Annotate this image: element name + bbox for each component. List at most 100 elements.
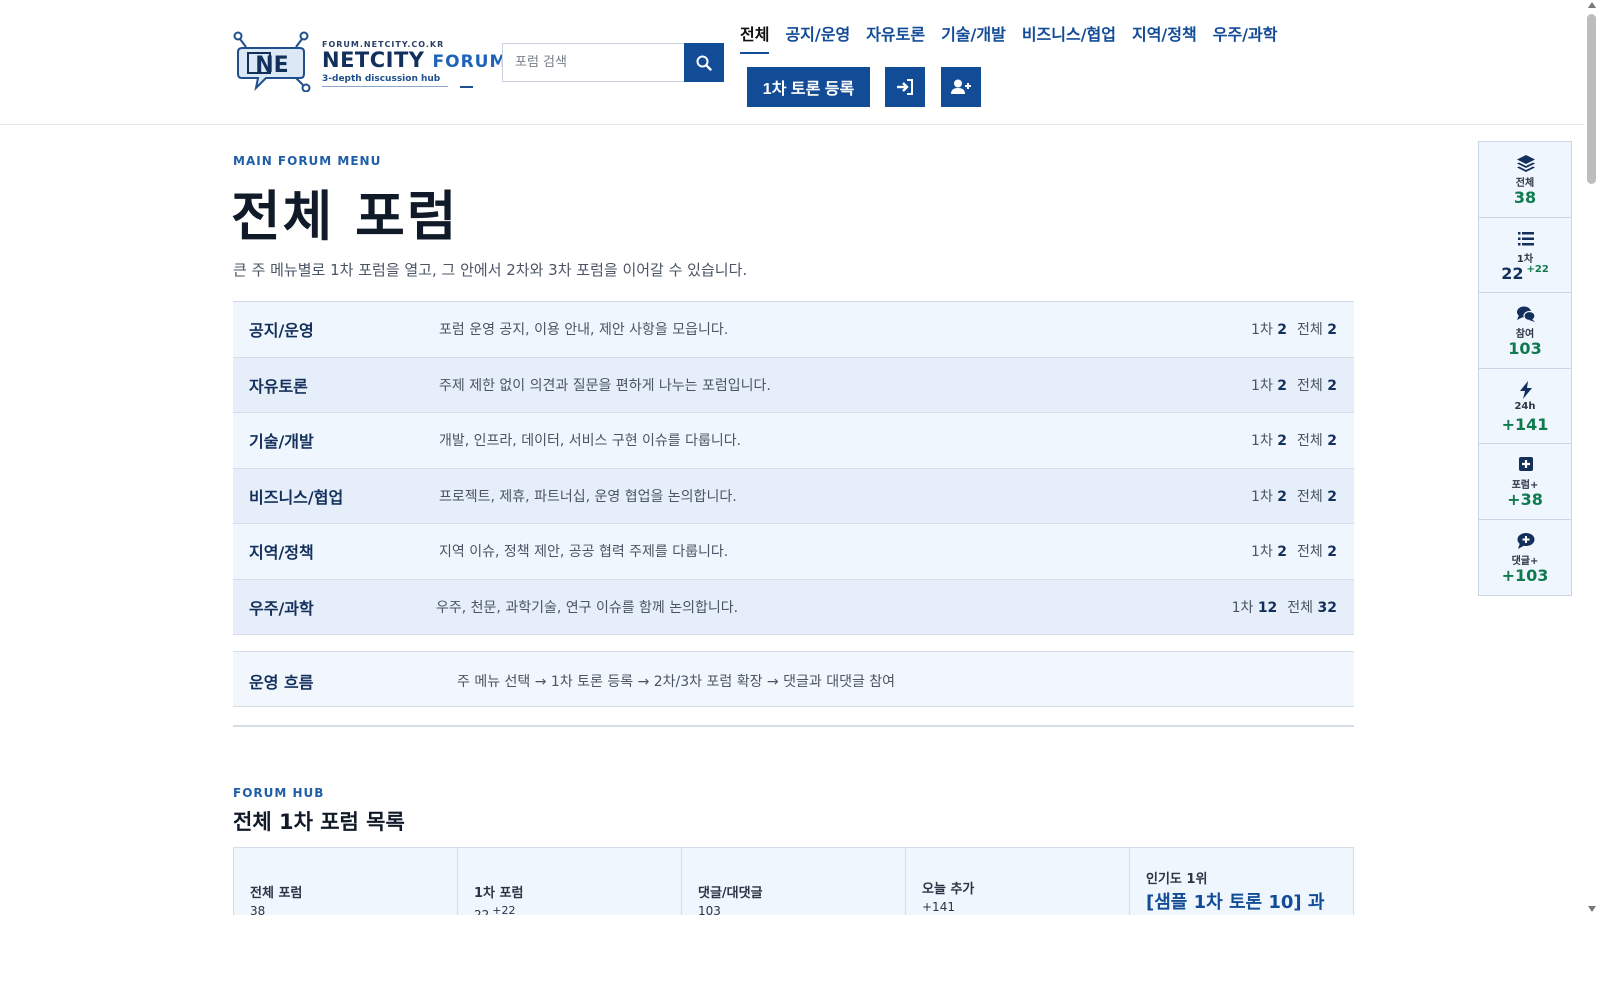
hub-card-label: 1차 포럼 xyxy=(474,886,524,901)
nav-item-all[interactable]: 전체 xyxy=(740,22,770,54)
nav-item-free-talk[interactable]: 자유토론 xyxy=(866,22,925,54)
rail-item-24h[interactable]: 24h +141 xyxy=(1479,369,1571,444)
logo-tagline: 3-depth discussion hub xyxy=(322,74,448,87)
rail-value: 38 xyxy=(1513,188,1537,207)
logo-brand: NETCITY FORUM xyxy=(322,48,507,72)
main-nav: 전체 공지/운영 자유토론 기술/개발 비즈니스/협업 지역/정책 우주/과학 xyxy=(740,22,1293,54)
category-name[interactable]: 자유토론 xyxy=(249,373,308,397)
rail-item-participation[interactable]: 참여 103 xyxy=(1479,293,1571,369)
category-desc: 개발, 인프라, 데이터, 서비스 구현 이슈를 다룹니다. xyxy=(439,433,742,450)
category-stats: 1차 2 전체 2 xyxy=(1251,433,1337,450)
rail-item-total[interactable]: 전체 38 xyxy=(1479,142,1571,218)
site-logo[interactable]: NE FORUM.NETCITY.CO.KR NETCITY FORUM 3-de… xyxy=(232,26,506,96)
category-row-notice[interactable]: 공지/운영 포럼 운영 공지, 이용 안내, 제안 사항을 모읍니다. 1차 2… xyxy=(233,302,1354,358)
category-name[interactable]: 비즈니스/협업 xyxy=(249,484,343,508)
top-popular-topic-link[interactable]: [샘플 1차 토론 10] 과 xyxy=(1146,888,1324,914)
rail-item-comment-plus[interactable]: 댓글+ +103 xyxy=(1479,520,1571,596)
rail-value: +141 xyxy=(1501,414,1549,434)
logo-dash xyxy=(460,86,473,88)
hub-card-first-forums: 1차 포럼 22 +22 xyxy=(458,848,682,915)
nav-item-region[interactable]: 지역/정책 xyxy=(1132,22,1197,54)
nav-item-notice[interactable]: 공지/운영 xyxy=(785,22,850,54)
category-desc: 주제 제한 없이 의견과 질문을 편하게 나누는 포럼입니다. xyxy=(439,377,771,394)
rail-value: 103 xyxy=(1508,339,1542,358)
rail-label: 포럼+ xyxy=(1511,480,1539,491)
login-button[interactable] xyxy=(885,67,925,107)
comments-icon xyxy=(1517,306,1536,322)
comment-plus-icon xyxy=(1517,532,1535,549)
category-stats: 1차 12 전체 32 xyxy=(1231,599,1337,616)
hub-card-top-popular[interactable]: 인기도 1위 [샘플 1차 토론 10] 과 xyxy=(1130,848,1353,915)
user-plus-icon xyxy=(951,79,971,94)
rail-label: 전체 xyxy=(1515,178,1535,189)
category-row-region[interactable]: 지역/정책 지역 이슈, 정책 제안, 공공 협력 주제를 다룹니다. 1차 2… xyxy=(233,524,1354,580)
flow-text: 주 메뉴 선택 → 1차 토론 등록 → 2차/3차 포럼 확장 → 댓글과 대… xyxy=(457,674,896,690)
hub-card-value: 22 +22 xyxy=(474,904,516,915)
category-row-science[interactable]: 우주/과학 우주, 천문, 과학기술, 연구 이슈를 함께 논의합니다. 1차 … xyxy=(233,579,1354,635)
page-description: 큰 주 메뉴별로 1차 포럼을 열고, 그 안에서 2차와 3차 포럼을 이어갈… xyxy=(233,261,748,279)
hub-card-label: 댓글/대댓글 xyxy=(698,886,763,901)
logo-brand-name: NETCITY xyxy=(322,48,425,72)
main-eyebrow: MAIN FORUM MENU xyxy=(233,154,382,168)
rail-label: 1차 xyxy=(1516,253,1534,265)
search-button[interactable] xyxy=(684,43,724,82)
category-row-business[interactable]: 비즈니스/협업 프로젝트, 제휴, 파트너십, 운영 협업을 논의합니다. 1차… xyxy=(233,468,1354,524)
logo-forum-word: FORUM xyxy=(432,52,508,72)
rail-label: 댓글+ xyxy=(1511,555,1539,567)
rail-label: 24h xyxy=(1514,400,1536,412)
hub-card-today-added: 오늘 추가 +141 xyxy=(906,848,1130,915)
hub-card-comments: 댓글/대댓글 103 xyxy=(682,848,906,915)
hub-card-value: 103 xyxy=(698,904,721,915)
category-name[interactable]: 우주/과학 xyxy=(249,595,314,619)
hub-title: 전체 1차 포럼 목록 xyxy=(233,810,405,834)
category-desc: 우주, 천문, 과학기술, 연구 이슈를 함께 논의합니다. xyxy=(436,599,739,616)
hub-card-value: +141 xyxy=(922,900,955,914)
layers-icon xyxy=(1517,155,1535,172)
flow-label: 운영 흐름 xyxy=(249,673,314,692)
search-icon xyxy=(696,55,712,71)
category-stats: 1차 2 전체 2 xyxy=(1251,488,1337,505)
hub-eyebrow: FORUM HUB xyxy=(233,786,325,800)
category-name[interactable]: 기술/개발 xyxy=(249,428,314,452)
category-table: 공지/운영 포럼 운영 공지, 이용 안내, 제안 사항을 모읍니다. 1차 2… xyxy=(233,301,1354,635)
rail-value: +103 xyxy=(1501,565,1549,585)
scroll-thumb[interactable] xyxy=(1587,14,1596,184)
rail-item-forum-plus[interactable]: 포럼+ +38 xyxy=(1479,444,1571,520)
hub-card-label: 오늘 추가 xyxy=(922,882,975,897)
page-scrollbar[interactable] xyxy=(1584,0,1600,914)
stat-rail: 전체 38 1차 22 +22 참여 103 24h +141 포럼+ +38 … xyxy=(1478,141,1572,596)
hub-card-value: 38 xyxy=(250,904,266,915)
category-desc: 프로젝트, 제휴, 파트너십, 운영 협업을 논의합니다. xyxy=(439,488,737,505)
operation-flow-row: 운영 흐름 주 메뉴 선택 → 1차 토론 등록 → 2차/3차 포럼 확장 →… xyxy=(233,651,1354,707)
plus-square-icon xyxy=(1519,457,1533,471)
search-box xyxy=(502,43,724,82)
list-icon xyxy=(1518,231,1534,245)
section-divider xyxy=(233,725,1354,727)
logo-mark-text: NE xyxy=(255,53,288,78)
hub-card-label: 전체 포럼 xyxy=(250,886,303,901)
hub-card-label: 인기도 1위 xyxy=(1146,872,1208,887)
nav-item-science[interactable]: 우주/과학 xyxy=(1213,22,1278,54)
category-row-free-talk[interactable]: 자유토론 주제 제한 없이 의견과 질문을 편하게 나누는 포럼입니다. 1차 … xyxy=(233,357,1354,413)
page-title: 전체 포럼 xyxy=(231,185,459,248)
nav-item-business[interactable]: 비즈니스/협업 xyxy=(1022,22,1116,54)
nav-item-tech[interactable]: 기술/개발 xyxy=(941,22,1006,54)
register-topic-button[interactable]: 1차 토론 등록 xyxy=(747,67,870,107)
rail-item-first[interactable]: 1차 22 +22 xyxy=(1479,218,1571,293)
hub-card-total-forums: 전체 포럼 38 xyxy=(234,848,458,915)
search-input[interactable] xyxy=(503,44,686,81)
scroll-up-arrow[interactable] xyxy=(1588,2,1596,8)
category-name[interactable]: 공지/운영 xyxy=(249,317,314,341)
category-stats: 1차 2 전체 2 xyxy=(1251,322,1337,339)
rail-label: 참여 xyxy=(1515,329,1535,340)
logo-mark-icon: NE xyxy=(233,31,311,92)
site-header: NE FORUM.NETCITY.CO.KR NETCITY FORUM 3-de… xyxy=(0,0,1584,125)
category-desc: 지역 이슈, 정책 제안, 공공 협력 주제를 다룹니다. xyxy=(439,544,729,561)
bolt-icon xyxy=(1520,380,1532,399)
signup-button[interactable] xyxy=(941,67,981,107)
category-desc: 포럼 운영 공지, 이용 안내, 제안 사항을 모읍니다. xyxy=(439,322,729,339)
category-stats: 1차 2 전체 2 xyxy=(1251,544,1337,561)
scroll-down-arrow[interactable] xyxy=(1588,906,1596,912)
category-row-tech[interactable]: 기술/개발 개발, 인프라, 데이터, 서비스 구현 이슈를 다룹니다. 1차 … xyxy=(233,413,1354,469)
category-name[interactable]: 지역/정책 xyxy=(249,539,314,563)
